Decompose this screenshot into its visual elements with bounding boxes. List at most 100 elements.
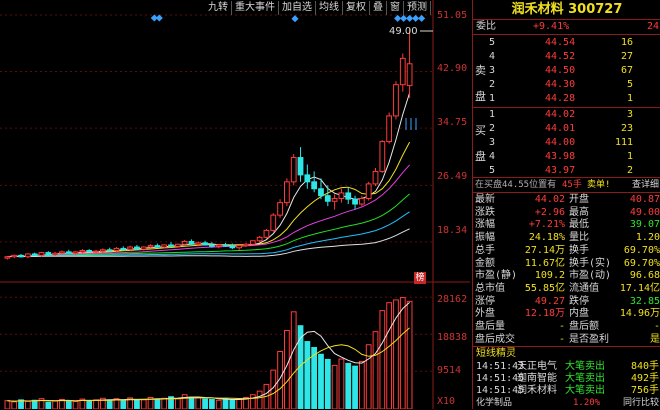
ask-row[interactable]: 3 44.50 67 xyxy=(473,64,660,78)
peer-compare-link[interactable]: 同行比较 xyxy=(623,396,659,410)
volume-bar xyxy=(181,394,188,409)
stat-value: - xyxy=(558,333,565,345)
volume-bar xyxy=(215,399,222,409)
volume-bar xyxy=(24,400,31,409)
volume-bar xyxy=(134,398,140,409)
candle-body xyxy=(38,252,45,256)
candle-body xyxy=(249,240,256,245)
volume-bar xyxy=(365,344,372,409)
candle-body xyxy=(229,245,236,249)
sector-row[interactable]: 化学制品 1.20% 同行比较 xyxy=(473,396,660,410)
candle-body xyxy=(52,252,59,256)
stock-code: 300727 xyxy=(568,2,623,17)
toolbar-item-7[interactable]: 预测 xyxy=(404,1,431,15)
ask-price: 44.50 xyxy=(545,65,576,76)
volume-bar xyxy=(195,397,202,409)
event-mark[interactable]: 榜 xyxy=(414,272,426,284)
candle-body xyxy=(209,244,215,247)
ask-row[interactable]: 5 44.54 16 xyxy=(473,36,660,50)
volume-bar xyxy=(161,397,168,409)
volume-bar xyxy=(379,310,386,409)
volume-bar xyxy=(358,360,365,409)
ask-row[interactable]: 4 44.52 27 xyxy=(473,50,660,64)
bid-row[interactable]: 3 44.00 111 xyxy=(473,136,660,150)
candle-body xyxy=(222,244,229,247)
volume-bar xyxy=(386,302,393,409)
bid-level: 4 xyxy=(489,151,496,162)
candle-body xyxy=(181,240,188,245)
candle-body xyxy=(393,84,399,117)
candle-body xyxy=(127,246,133,250)
kline-chart[interactable] xyxy=(0,0,470,409)
volume-bar xyxy=(188,396,195,409)
candle-body xyxy=(31,253,38,256)
candle-body xyxy=(147,245,154,248)
candle-body xyxy=(45,252,52,256)
bid-volume: 1 xyxy=(626,151,633,162)
candle-body xyxy=(399,57,406,86)
toolbar-item-6[interactable]: 窗 xyxy=(387,1,404,15)
ask-level: 5 xyxy=(489,37,496,48)
volume-bar xyxy=(372,331,379,409)
price-axis-label-4: 18.34 xyxy=(437,225,468,236)
toolbar-item-3[interactable]: 均线 xyxy=(316,1,343,15)
volume-bar xyxy=(331,364,338,409)
bid-price: 43.97 xyxy=(545,165,576,176)
candle-body xyxy=(243,243,249,247)
volume-bar xyxy=(72,400,79,409)
candle-body xyxy=(86,249,93,253)
bid-row[interactable]: 2 44.01 23 xyxy=(473,122,660,136)
toolbar-item-2[interactable]: 加自选 xyxy=(279,1,316,15)
sector-pct: 1.20% xyxy=(573,398,601,408)
price-axis-label-2: 34.75 xyxy=(437,117,468,128)
queue-row[interactable]: 在买盘44.55位置有 45手 卖单! 查详细 xyxy=(473,178,660,192)
candle-body xyxy=(338,192,345,199)
ask-price: 44.52 xyxy=(545,51,576,62)
candle-body xyxy=(106,249,113,252)
bid-price: 44.02 xyxy=(545,109,576,120)
toolbar-item-5[interactable]: 叠 xyxy=(370,1,387,15)
candle-body xyxy=(311,181,318,190)
bid-row[interactable]: 1 44.02 3 xyxy=(473,108,660,122)
volume-bar xyxy=(209,398,215,409)
bid-level: 1 xyxy=(489,109,496,120)
chart-bg xyxy=(0,0,470,409)
volume-bar xyxy=(106,399,113,409)
bid-level: 2 xyxy=(489,123,496,134)
ask-volume: 1 xyxy=(626,93,633,104)
candle-body xyxy=(93,250,99,253)
volume-bar xyxy=(290,311,297,409)
queue-hands: 45手 xyxy=(562,180,582,190)
news-title[interactable]: 短线精灵 xyxy=(473,347,660,361)
bid-row[interactable]: 4 43.98 1 xyxy=(473,150,660,164)
volume-bar xyxy=(222,398,229,409)
toolbar-item-4[interactable]: 复权 xyxy=(343,1,370,15)
candle-body xyxy=(113,247,120,251)
stock-title[interactable]: 润禾材料 300727 xyxy=(473,0,660,20)
bid-volume: 111 xyxy=(614,137,633,148)
candle-body xyxy=(174,243,181,247)
ask-row[interactable]: 1 44.28 1 xyxy=(473,92,660,106)
candle-body xyxy=(297,157,304,176)
candle-body xyxy=(72,251,79,254)
stat-row[interactable]: 盘后成交 - 是否盈利 是 xyxy=(473,333,660,347)
candle-body xyxy=(386,115,393,143)
bid-volume: 23 xyxy=(620,123,633,134)
ask-level: 4 xyxy=(489,51,496,62)
weibi-row: 委比 +9.41% 24 xyxy=(473,20,660,34)
candle-body xyxy=(290,157,297,183)
toolbar-item-1[interactable]: 重大事件 xyxy=(232,1,279,15)
ask-row[interactable]: 2 44.30 5 xyxy=(473,78,660,92)
volume-bar xyxy=(65,400,72,409)
candle-body xyxy=(195,242,202,245)
volume-bar xyxy=(249,394,256,409)
bid-row[interactable]: 5 43.97 2 xyxy=(473,164,660,178)
queue-detail-link[interactable]: 查详细 xyxy=(632,178,659,192)
candle-body xyxy=(365,183,372,199)
bid-price: 44.01 xyxy=(545,123,576,134)
vol-axis-label-2: 9514 xyxy=(437,365,462,376)
bid-level: 5 xyxy=(489,165,496,176)
sector-name: 化学制品 xyxy=(476,398,513,408)
toolbar-item-0[interactable]: 九转 xyxy=(205,1,232,15)
candle-body xyxy=(318,188,324,197)
